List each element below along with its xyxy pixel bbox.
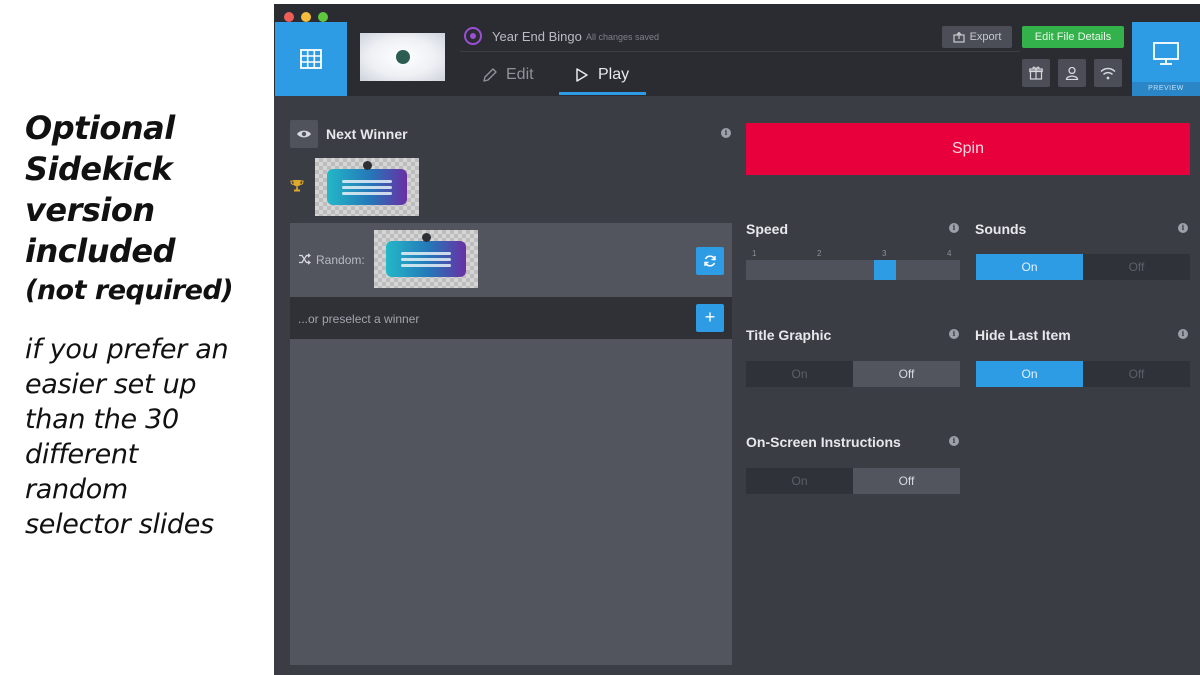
card-text [401, 257, 451, 261]
export-button[interactable]: Export [942, 26, 1012, 48]
export-icon [952, 31, 965, 43]
account-button[interactable] [1058, 59, 1086, 87]
tab-play[interactable]: Play [574, 66, 629, 84]
card-preview [327, 169, 407, 205]
caption-body-line: easier set up [25, 369, 197, 400]
tab-play-label: Play [598, 66, 630, 83]
info-icon[interactable]: i [1178, 329, 1188, 339]
header-divider [460, 51, 1020, 52]
caption-heading-line: included [25, 232, 175, 270]
wifi-icon [1100, 67, 1116, 79]
tab-edit-label: Edit [506, 66, 534, 83]
speed-tick: 2 [817, 249, 822, 258]
info-icon[interactable]: i [949, 329, 959, 339]
trophy-icon [290, 180, 304, 192]
speed-label: Speed [746, 221, 789, 237]
next-winner-label: Next Winner [326, 126, 408, 142]
speed-ticks: 1 2 3 4 [752, 249, 957, 259]
slides-grid-button[interactable] [275, 22, 347, 96]
card-text [342, 185, 392, 189]
title-graphic-off-option[interactable]: Off [853, 361, 960, 387]
gift-icon [1029, 66, 1043, 80]
play-icon [576, 68, 588, 82]
app-logo-icon [464, 27, 482, 45]
toggle-visibility-button[interactable] [290, 120, 318, 148]
speed-tick: 3 [882, 249, 887, 258]
caption-body-line: different [25, 439, 138, 470]
onscreen-instructions-on-option[interactable]: On [746, 468, 853, 494]
minimize-window-button[interactable] [301, 12, 311, 22]
caption-heading-line: Optional [25, 109, 175, 147]
active-tab-indicator [559, 92, 646, 95]
next-winner-card[interactable] [315, 158, 419, 216]
hide-last-item-toggle[interactable]: On Off [976, 361, 1190, 387]
connection-button[interactable] [1094, 59, 1122, 87]
preselect-winner-input[interactable]: ...or preselect a winner [298, 312, 419, 326]
grid-icon [300, 49, 322, 69]
caption: Optional Sidekick version included (not … [25, 108, 270, 542]
tab-edit[interactable]: Edit [482, 66, 534, 84]
file-title[interactable]: Year End Bingo [492, 29, 582, 44]
shuffle-icon [299, 253, 311, 265]
title-graphic-toggle[interactable]: On Off [746, 361, 960, 387]
export-label: Export [969, 31, 1002, 43]
spin-button[interactable]: Spin [746, 123, 1190, 175]
speed-tick: 1 [752, 249, 757, 258]
sounds-label: Sounds [975, 221, 1027, 237]
caption-body: if you prefer an easier set up than the … [25, 332, 270, 542]
info-icon[interactable]: i [949, 436, 959, 446]
preselect-winner-row[interactable]: ...or preselect a winner + [290, 297, 732, 339]
card-pin [363, 161, 372, 170]
title-graphic-on-option[interactable]: On [746, 361, 853, 387]
onscreen-instructions-toggle[interactable]: On Off [746, 468, 960, 494]
caption-heading: Optional Sidekick version included (not … [25, 108, 270, 310]
caption-body-line: selector slides [25, 509, 214, 540]
hide-last-item-label: Hide Last Item [975, 327, 1071, 343]
caption-body-line: random [25, 474, 128, 505]
caption-heading-line: version [25, 191, 155, 229]
edit-file-details-button[interactable]: Edit File Details [1022, 26, 1124, 48]
random-label: Random: [316, 253, 365, 267]
onscreen-instructions-off-option[interactable]: Off [853, 468, 960, 494]
add-winner-button[interactable]: + [696, 304, 724, 332]
app-window: Year End Bingo All changes saved Edit Pl… [274, 4, 1200, 675]
app-header: Year End Bingo All changes saved Edit Pl… [274, 4, 1200, 96]
title-graphic-label: Title Graphic [746, 327, 832, 343]
caption-body-line: than the 30 [25, 404, 179, 435]
caption-heading-sub: (not required) [25, 275, 234, 306]
card-pin [422, 233, 431, 242]
refresh-icon [704, 255, 716, 267]
preview-label: PREVIEW [1132, 82, 1200, 96]
winners-list [290, 339, 732, 665]
info-icon[interactable]: i [949, 223, 959, 233]
file-thumbnail[interactable] [360, 33, 445, 81]
onscreen-instructions-label: On-Screen Instructions [746, 434, 901, 450]
maximize-window-button[interactable] [318, 12, 328, 22]
card-preview [386, 241, 466, 277]
reshuffle-button[interactable] [696, 247, 724, 275]
sounds-on-option[interactable]: On [976, 254, 1083, 280]
speed-slider[interactable] [746, 260, 960, 280]
caption-heading-line: Sidekick [25, 150, 173, 188]
sounds-off-option[interactable]: Off [1083, 254, 1190, 280]
close-window-button[interactable] [284, 12, 294, 22]
user-icon [1065, 66, 1079, 80]
caption-body-line: if you prefer an [25, 334, 229, 365]
speed-tick: 4 [947, 249, 952, 258]
preview-button[interactable]: PREVIEW [1132, 22, 1200, 96]
speed-slider-handle[interactable] [874, 260, 897, 280]
random-winner-row: Random: [290, 223, 732, 297]
thumbnail-logo [395, 50, 410, 64]
monitor-icon [1153, 42, 1179, 65]
hide-last-item-on-option[interactable]: On [976, 361, 1083, 387]
eye-icon [297, 130, 311, 138]
sounds-toggle[interactable]: On Off [976, 254, 1190, 280]
save-status: All changes saved [586, 32, 660, 42]
hide-last-item-off-option[interactable]: Off [1083, 361, 1190, 387]
random-winner-card[interactable] [374, 230, 478, 288]
gift-button[interactable] [1022, 59, 1050, 87]
info-icon[interactable]: i [1178, 223, 1188, 233]
info-icon[interactable]: i [721, 128, 731, 138]
pencil-icon [483, 68, 497, 82]
